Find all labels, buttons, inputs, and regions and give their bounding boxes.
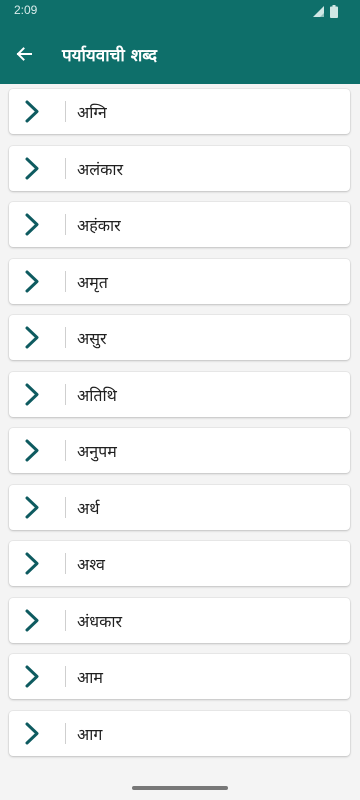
word-label: आग <box>77 724 103 744</box>
word-label: अश्व <box>77 555 105 574</box>
list-item[interactable]: असुर <box>9 315 350 360</box>
word-label: अग्नि <box>77 103 107 122</box>
word-list: अग्नि अलंकार अहंकार अमृत असुर अतिथि अनुपम अर्थ अ… <box>0 89 360 767</box>
chevron-right-icon <box>25 439 39 462</box>
word-label: आम <box>77 668 103 687</box>
chevron-right-icon <box>25 213 39 236</box>
status-icons <box>313 5 338 18</box>
item-divider <box>65 101 66 122</box>
item-divider <box>65 496 66 518</box>
chevron-right-icon <box>25 496 39 518</box>
back-button[interactable] <box>12 42 36 66</box>
battery-icon <box>330 5 338 18</box>
status-bar: 2:09 <box>0 0 360 24</box>
item-divider <box>65 666 66 687</box>
chevron-right-icon <box>25 100 39 123</box>
status-time: 2:09 <box>14 3 38 17</box>
arrow-left-icon <box>16 47 32 61</box>
chevron-right-icon <box>25 326 39 349</box>
chevron-right-icon <box>25 270 39 292</box>
list-item[interactable]: अहंकार <box>9 202 350 247</box>
item-divider <box>65 722 66 744</box>
list-item[interactable]: अमृत <box>9 258 350 304</box>
list-item[interactable]: आम <box>9 654 350 699</box>
item-divider <box>65 157 66 179</box>
item-divider <box>65 609 66 631</box>
item-divider <box>65 383 66 405</box>
item-divider <box>65 214 66 235</box>
chevron-right-icon <box>25 722 39 744</box>
list-item[interactable]: अंधकार <box>9 597 350 643</box>
chevron-right-icon <box>25 609 39 631</box>
list-item[interactable]: अतिथि <box>9 371 350 417</box>
list-item[interactable]: अलंकार <box>9 145 350 191</box>
chevron-right-icon <box>25 552 39 575</box>
chevron-right-icon <box>25 665 39 688</box>
list-item[interactable]: अग्नि <box>9 89 350 134</box>
app-bar: पर्यायवाची शब्द <box>0 24 360 84</box>
signal-icon <box>313 6 324 17</box>
word-label: अतिथि <box>77 385 117 405</box>
home-indicator[interactable] <box>132 786 228 790</box>
word-label: अंधकार <box>77 611 123 631</box>
chevron-right-icon <box>25 157 39 179</box>
item-divider <box>65 440 66 461</box>
word-label: अनुपम <box>77 442 117 461</box>
chevron-right-icon <box>25 383 39 405</box>
word-label: अमृत <box>77 272 108 292</box>
item-divider <box>65 327 66 348</box>
word-label: अहंकार <box>77 216 121 235</box>
list-item[interactable]: अनुपम <box>9 428 350 473</box>
word-label: अलंकार <box>77 159 124 179</box>
list-item[interactable]: आग <box>9 710 350 756</box>
word-label: अर्थ <box>77 498 100 518</box>
page-title: पर्यायवाची शब्द <box>62 46 157 66</box>
list-item[interactable]: अर्थ <box>9 484 350 530</box>
item-divider <box>65 270 66 292</box>
item-divider <box>65 553 66 574</box>
list-item[interactable]: अश्व <box>9 541 350 586</box>
word-label: असुर <box>77 329 107 348</box>
